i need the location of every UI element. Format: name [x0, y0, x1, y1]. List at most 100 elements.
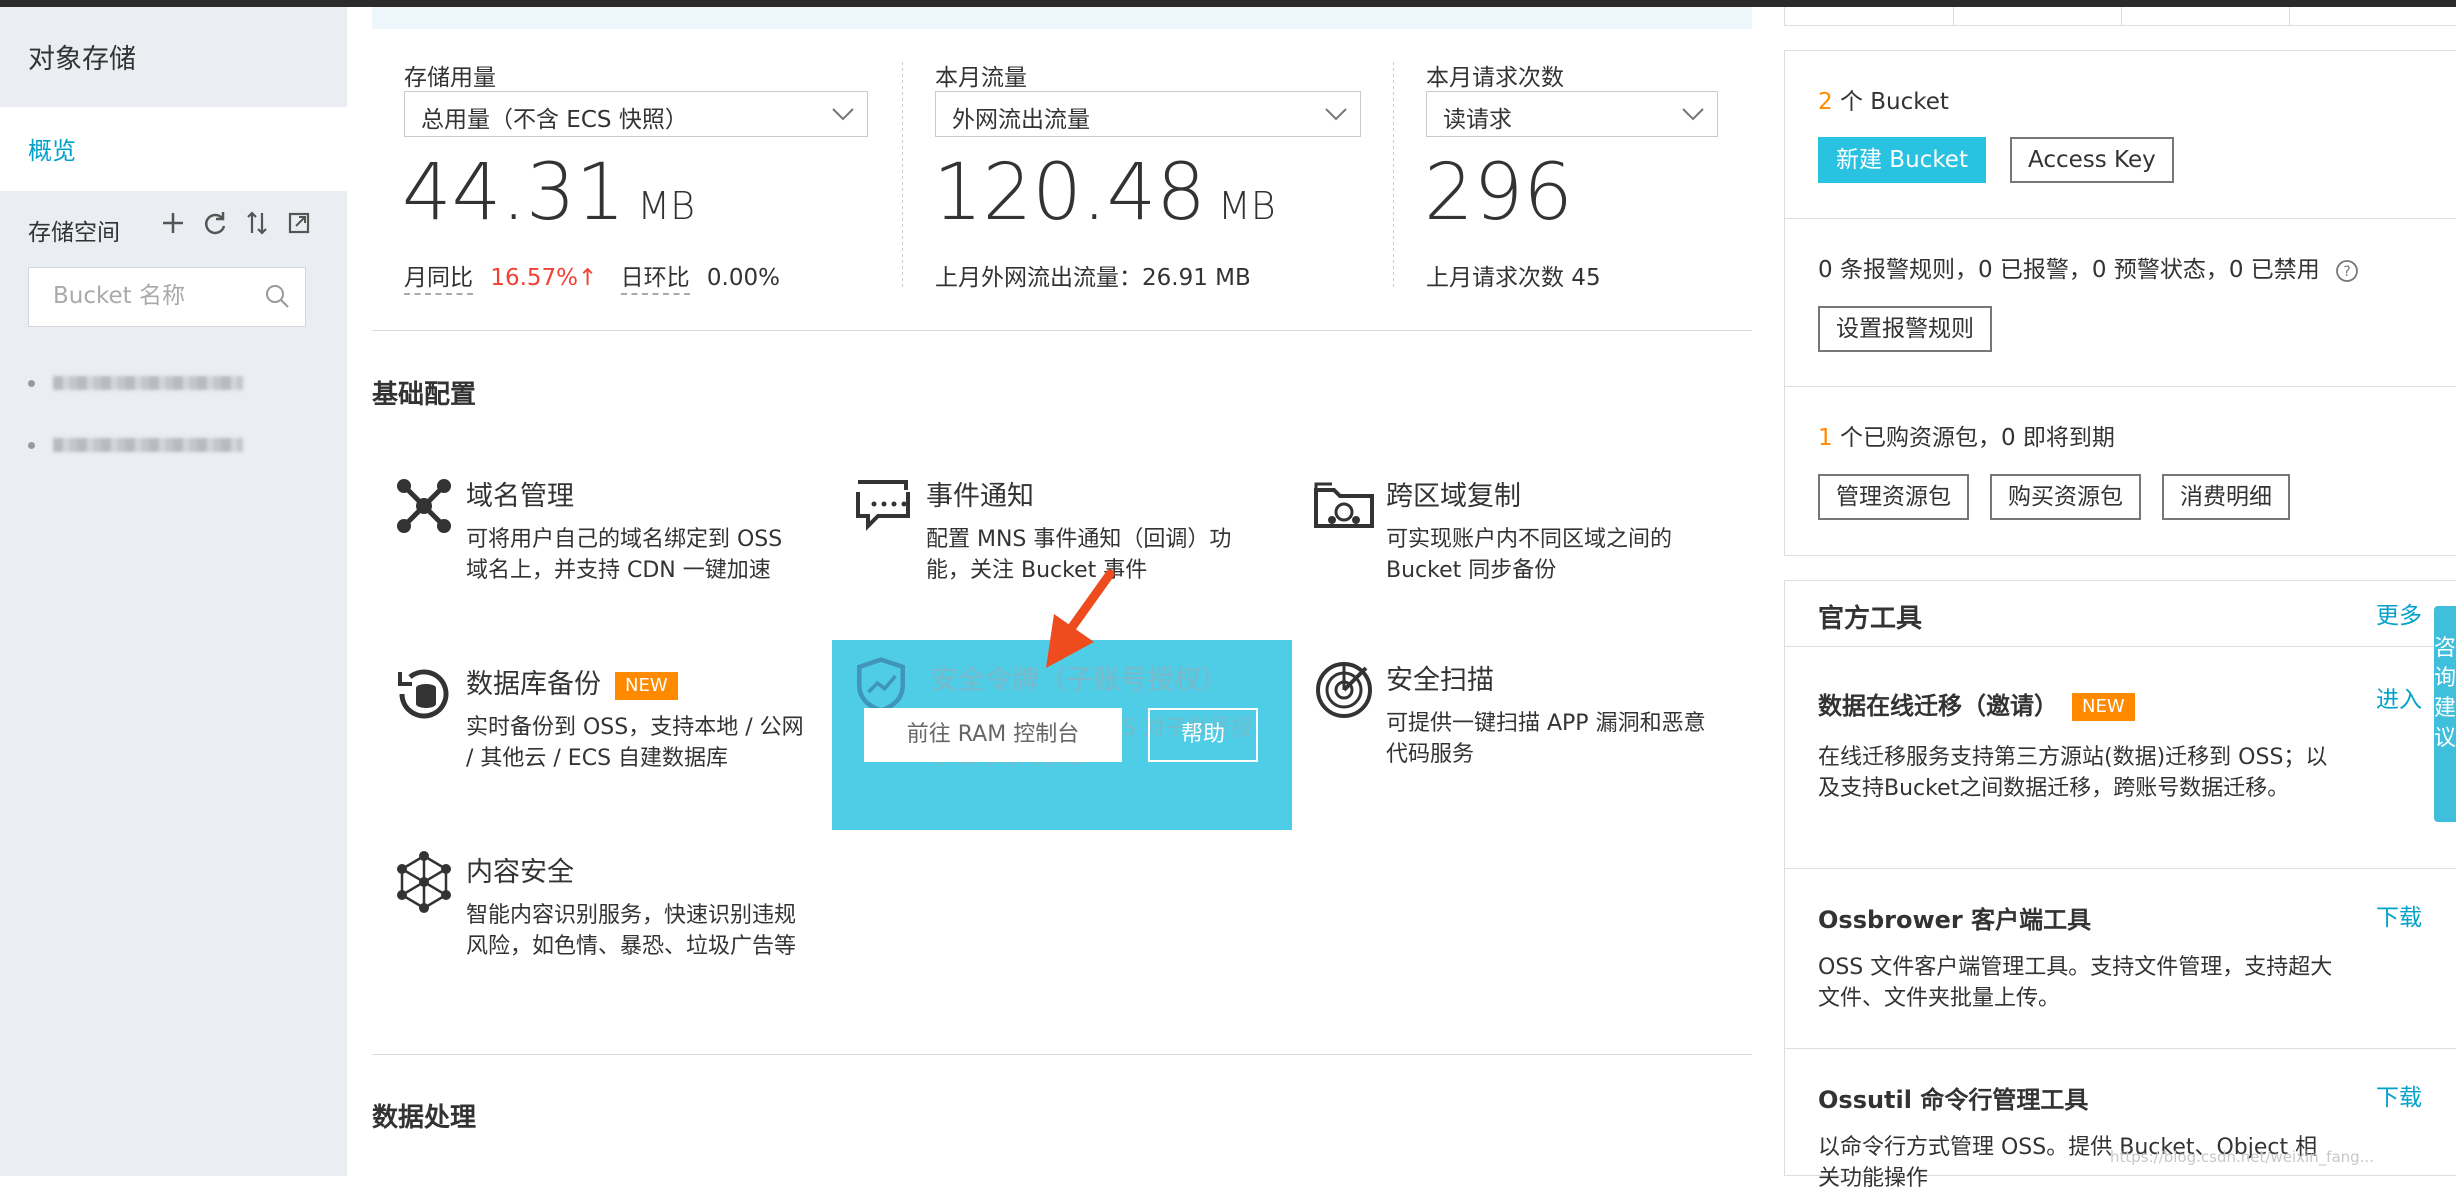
message-icon	[852, 474, 916, 538]
feature-title: 域名管理	[466, 481, 574, 512]
feature-desc: 可实现账户内不同区域之间的 Bucket 同步备份	[1386, 527, 1673, 583]
section-title-basic-config: 基础配置	[372, 380, 477, 410]
stat-traffic: 本月流量	[935, 58, 1027, 92]
mom-value: 16.57%	[490, 265, 579, 291]
download-link[interactable]: 下载	[2376, 898, 2422, 932]
help-circle-icon[interactable]: ?	[2335, 259, 2359, 283]
storage-space-label: 存储空间	[28, 220, 120, 246]
bucket-count-label: 个 Bucket	[1839, 89, 1949, 115]
feature-title: 跨区域复制	[1386, 481, 1521, 512]
folder-sync-icon	[1312, 474, 1376, 538]
feature-cross-region-replication[interactable]: 跨区域复制 可实现账户内不同区域之间的 Bucket 同步备份	[1312, 474, 1732, 594]
bucket-name-redacted	[53, 376, 243, 390]
requests-last-month: 上月请求次数 45	[1426, 265, 1601, 291]
watermark: https://blog.csdn.net/weixin_fang...	[2110, 1148, 2374, 1166]
access-key-button[interactable]: Access Key	[2010, 137, 2174, 183]
set-alarm-rules-button[interactable]: 设置报警规则	[1818, 306, 1992, 352]
official-tools-title: 官方工具	[1818, 604, 1923, 634]
storage-unit: MB	[637, 184, 695, 228]
divider	[902, 62, 903, 290]
bucket-count-number: 2	[1818, 89, 1833, 115]
storage-type-select[interactable]: 总用量（不含 ECS 快照）	[404, 91, 868, 137]
refresh-icon[interactable]	[202, 207, 228, 239]
top-bar	[0, 0, 2456, 7]
buy-packages-button[interactable]: 购买资源包	[1990, 474, 2141, 520]
select-value: 外网流出流量	[952, 107, 1090, 133]
package-summary: 1 个已购资源包，0 即将到期	[1818, 418, 2115, 452]
stat-label: 存储用量	[404, 65, 496, 91]
feature-database-backup[interactable]: 数据库备份 NEW 实时备份到 OSS，支持本地 / 公网 / 其他云 / ECS…	[392, 662, 812, 812]
goto-ram-console-button[interactable]: 前往 RAM 控制台	[864, 708, 1122, 762]
feature-security-scan[interactable]: 安全扫描 可提供一键扫描 APP 漏洞和恶意代码服务	[1312, 658, 1732, 778]
alarm-summary: 0 条报警规则，0 已报警，0 预警状态，0 已禁用 ?	[1818, 250, 2359, 284]
feedback-float-tab[interactable]: 咨询 建议	[2434, 606, 2456, 822]
divider	[1784, 868, 2456, 869]
feature-title: 内容安全	[466, 857, 574, 888]
traffic-unit: MB	[1217, 184, 1276, 228]
divider	[372, 1054, 1752, 1055]
billing-details-button[interactable]: 消费明细	[2162, 474, 2290, 520]
chevron-down-icon	[1325, 108, 1347, 121]
stat-label: 本月流量	[935, 65, 1027, 91]
divider	[1784, 1048, 2456, 1049]
bucket-list-item[interactable]	[28, 371, 248, 395]
feature-desc: 可提供一键扫描 APP 漏洞和恶意代码服务	[1386, 711, 1706, 767]
request-type-select[interactable]: 读请求	[1426, 91, 1718, 137]
feature-domain-management[interactable]: 域名管理 可将用户自己的域名绑定到 OSS 域名上，并支持 CDN 一键加速	[392, 474, 812, 624]
help-button[interactable]: 帮助	[1148, 708, 1258, 762]
sort-icon[interactable]	[244, 207, 270, 239]
annotation-arrow-icon	[1046, 569, 1115, 668]
manage-packages-button[interactable]: 管理资源包	[1818, 474, 1969, 520]
stat-storage: 存储用量	[404, 58, 496, 92]
tool-title-text: 数据在线迁移（邀请）	[1818, 692, 2058, 720]
bucket-name-redacted	[53, 438, 243, 452]
new-bucket-button[interactable]: 新建 Bucket	[1818, 137, 1986, 183]
feature-desc: 智能内容识别服务，快速识别违规风险，如色情、暴恐、垃圾广告等	[466, 903, 797, 959]
tool-desc: 在线迁移服务支持第三方源站(数据)迁移到 OSS；以及支持Bucket之间数据迁…	[1818, 745, 2328, 801]
storage-comparison: 月同比 16.57%↑ 日环比 0.00%	[404, 258, 780, 295]
more-tools-link[interactable]: 更多	[2376, 596, 2422, 630]
expand-icon[interactable]	[286, 207, 312, 239]
plus-icon[interactable]	[160, 207, 186, 239]
chevron-down-icon	[1682, 108, 1704, 121]
chevron-down-icon	[832, 108, 854, 121]
stat-label: 本月请求次数	[1426, 65, 1564, 91]
svg-text:?: ?	[2343, 264, 2350, 280]
dod-label: 日环比	[620, 265, 690, 295]
traffic-value: 120.48 MB	[933, 148, 1276, 238]
right-panel-top-tabs	[1784, 7, 2456, 26]
feature-content-security[interactable]: 内容安全 智能内容识别服务，快速识别违规风险，如色情、暴恐、垃圾广告等	[392, 850, 812, 1000]
sidebar-title: 对象存储	[28, 44, 136, 75]
bucket-list-item[interactable]	[28, 433, 248, 457]
search-icon[interactable]	[263, 282, 291, 314]
divider	[1393, 62, 1394, 290]
download-link[interactable]: 下载	[2376, 1078, 2422, 1112]
mom-label: 月同比	[404, 265, 473, 295]
tool-title: Ossutil 命令行管理工具	[1818, 1086, 2089, 1114]
arrow-up-icon: ↑	[578, 265, 598, 291]
sidebar-item-overview[interactable]: 概览	[0, 107, 347, 191]
bucket-search-input[interactable]	[51, 282, 255, 310]
package-text: 个已购资源包，0 即将到期	[1839, 425, 2115, 451]
bullet-icon	[28, 441, 35, 449]
dod-value: 0.00%	[706, 265, 780, 291]
bucket-search	[28, 267, 306, 327]
requests-value: 296	[1424, 148, 1573, 238]
alarm-text: 0 条报警规则，0 已报警，0 预警状态，0 已禁用	[1818, 257, 2320, 283]
enter-link[interactable]: 进入	[2376, 680, 2422, 714]
sidebar: 对象存储 概览 存储空间	[0, 7, 347, 1176]
feature-desc: 实时备份到 OSS，支持本地 / 公网 / 其他云 / ECS 自建数据库	[466, 715, 804, 771]
select-value: 总用量（不含 ECS 快照）	[421, 107, 688, 133]
traffic-type-select[interactable]: 外网流出流量	[935, 91, 1361, 137]
network-nodes-icon	[392, 474, 456, 538]
notice-banner	[372, 7, 1752, 29]
new-badge: NEW	[2072, 693, 2135, 721]
section-title-data-processing: 数据处理	[372, 1103, 477, 1133]
feature-title: 数据库备份 NEW	[466, 662, 678, 701]
select-value: 读请求	[1443, 107, 1512, 133]
divider	[372, 330, 1752, 331]
feature-title: 事件通知	[926, 481, 1034, 512]
divider	[1784, 218, 2456, 219]
traffic-number: 120.48	[933, 148, 1206, 238]
bucket-count: 2 个 Bucket	[1818, 82, 1949, 116]
